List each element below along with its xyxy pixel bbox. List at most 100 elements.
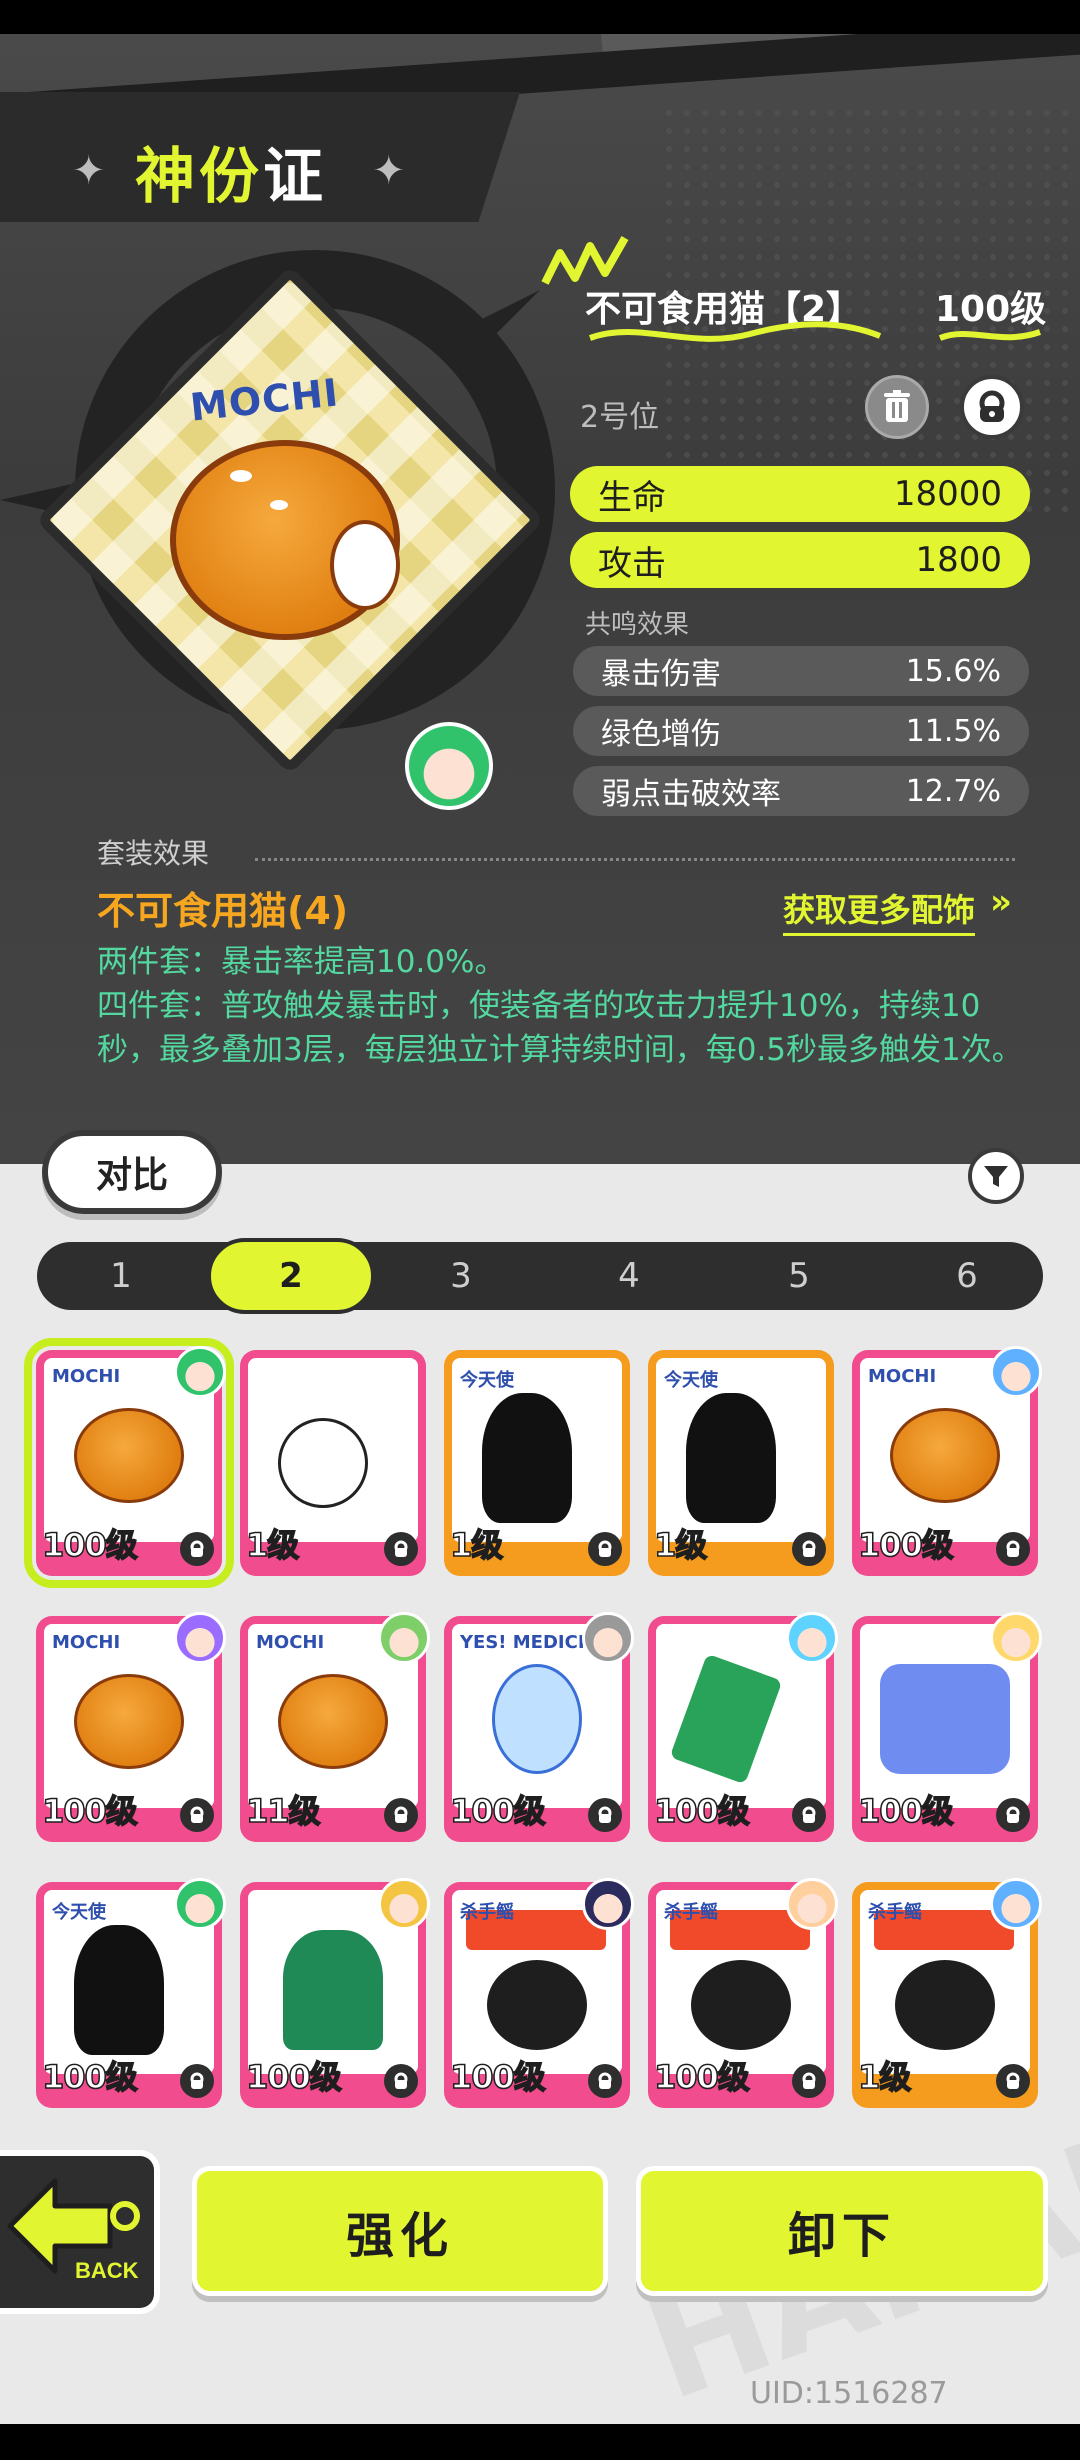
navigation-bar (0, 2424, 1080, 2460)
lock-icon[interactable] (180, 1798, 214, 1832)
card-level: 1级 (857, 2057, 912, 2097)
stat-label: 绿色增伤 (601, 717, 721, 752)
stat-attack: 攻击 1800 (570, 532, 1030, 588)
inventory-card[interactable]: MOCHI 100级 (24, 1338, 234, 1588)
inventory-card[interactable]: 杀手鳐 100级 (444, 1878, 634, 2108)
lock-icon[interactable] (792, 1798, 826, 1832)
lock-icon[interactable] (996, 1532, 1030, 1566)
lock-icon[interactable] (588, 2064, 622, 2098)
card-art-label: MOCHI (52, 1632, 121, 1653)
upgrade-button[interactable]: 强化 (192, 2166, 608, 2296)
card-level: 100级 (41, 1525, 138, 1565)
card-art-label: 今天使 (52, 1902, 106, 1923)
status-bar (0, 0, 1080, 34)
stat-label: 生命 (598, 477, 666, 518)
stat-label: 暴击伤害 (601, 657, 721, 692)
inventory-card[interactable]: 今天使 1级 (648, 1350, 834, 1576)
lock-icon[interactable] (180, 1532, 214, 1566)
cat-detail (230, 470, 252, 482)
inventory-card[interactable]: 100级 (852, 1612, 1042, 1842)
back-label: BACK (75, 2258, 139, 2283)
lock-icon[interactable] (588, 1798, 622, 1832)
card-level: 1级 (245, 1525, 300, 1565)
compare-button[interactable]: 对比 (42, 1130, 222, 1214)
inventory-card[interactable]: 今天使 1级 (444, 1350, 630, 1576)
trash-icon[interactable] (865, 375, 929, 439)
card-level: 100级 (245, 2057, 342, 2097)
card-level: 100级 (857, 1791, 954, 1831)
card-art: 今天使 (656, 1358, 826, 1542)
inventory-card[interactable]: MOCHI 100级 (852, 1346, 1042, 1576)
inventory-card[interactable]: MOCHI 11级 (240, 1612, 430, 1842)
card-level: 100级 (449, 1791, 546, 1831)
lock-icon[interactable] (792, 2064, 826, 2098)
back-button[interactable]: BACK (0, 2150, 160, 2314)
lock-icon[interactable] (960, 375, 1024, 439)
two-piece-effect: 两件套：暴击率提高10.0%。 (97, 944, 506, 980)
sparkle-icon: ✦ (72, 148, 106, 194)
filter-icon[interactable] (968, 1148, 1024, 1204)
card-level: 100级 (653, 2057, 750, 2097)
tab-slot-2[interactable]: 2 (207, 1238, 375, 1314)
stat-value: 12.7% (905, 773, 1001, 809)
card-level: 100级 (449, 2057, 546, 2097)
equipped-by-avatar (174, 1612, 226, 1664)
get-more-accessories-link[interactable]: 获取更多配饰 (783, 885, 976, 936)
stat-label: 弱点击破效率 (601, 777, 781, 812)
lock-icon[interactable] (384, 1532, 418, 1566)
double-chevron-icon[interactable]: » (990, 882, 1012, 922)
lock-icon[interactable] (384, 2064, 418, 2098)
sub-stat-green-dmg: 绿色增伤 11.5% (573, 706, 1029, 756)
tab-slot-6[interactable]: 6 (883, 1242, 1051, 1310)
inventory-card[interactable]: 杀手鳐 1级 (852, 1878, 1042, 2108)
card-level: 100级 (857, 1525, 954, 1565)
equipped-by-avatar (378, 1878, 430, 1930)
card-art (248, 1358, 418, 1542)
unequip-button[interactable]: 卸下 (636, 2166, 1048, 2296)
inventory-card[interactable]: 今天使 100级 (36, 1878, 226, 2108)
user-id: UID:1516287 (750, 2376, 948, 2411)
sparkle-icon: ✦ (372, 148, 406, 194)
slot-position: 2号位 (580, 400, 660, 435)
set-name: 不可食用猫(4) (97, 889, 349, 933)
equipped-by-avatar (378, 1612, 430, 1664)
equipped-by-avatar (786, 1878, 838, 1930)
stat-hp: 生命 18000 (570, 466, 1030, 522)
card-art-label: 今天使 (664, 1370, 718, 1391)
lock-icon[interactable] (180, 2064, 214, 2098)
inventory-card[interactable]: 杀手鳐 100级 (648, 1878, 838, 2108)
stat-value: 15.6% (905, 653, 1001, 689)
lock-icon[interactable] (996, 1798, 1030, 1832)
stat-value: 11.5% (905, 713, 1001, 749)
card-art-label: MOCHI (868, 1366, 937, 1387)
card-level: 11级 (245, 1791, 321, 1831)
lock-icon[interactable] (588, 1532, 622, 1566)
sub-stat-weakness-break: 弱点击破效率 12.7% (573, 766, 1029, 816)
lock-icon[interactable] (792, 1532, 826, 1566)
card-art-label: 今天使 (460, 1370, 514, 1391)
lock-icon[interactable] (996, 2064, 1030, 2098)
tab-slot-1[interactable]: 1 (37, 1242, 205, 1310)
equipped-by-avatar (582, 1878, 634, 1930)
slot-tabs: 1 2 3 4 5 6 (37, 1238, 1043, 1314)
tab-slot-4[interactable]: 4 (545, 1242, 713, 1310)
equipped-by-avatar (990, 1878, 1042, 1930)
lock-icon[interactable] (384, 1798, 418, 1832)
inventory-card[interactable]: 100级 (240, 1878, 430, 2108)
cat-detail (270, 500, 288, 510)
card-level: 1级 (653, 1525, 708, 1565)
inventory-card[interactable]: 1级 (240, 1350, 426, 1576)
equipped-character-avatar[interactable] (405, 722, 493, 810)
inventory-card[interactable]: MOCHI 100级 (36, 1612, 226, 1842)
card-art-label: 杀手鳐 (868, 1902, 922, 1923)
card-level: 1级 (449, 1525, 504, 1565)
tab-slot-3[interactable]: 3 (377, 1242, 545, 1310)
inventory-card[interactable]: 100级 (648, 1612, 838, 1842)
inventory-card[interactable]: YES! MEDICINE 100级 (444, 1612, 634, 1842)
resonance-label: 共鸣效果 (585, 610, 690, 640)
tab-slot-5[interactable]: 5 (715, 1242, 883, 1310)
set-effect-label: 套装效果 (97, 837, 210, 870)
sub-stat-crit-dmg: 暴击伤害 15.6% (573, 646, 1029, 696)
set-description: 两件套：暴击率提高10.0%。 四件套：普攻触发暴击时，使装备者的攻击力提升10… (97, 940, 1037, 1072)
name-underline (588, 321, 1041, 342)
